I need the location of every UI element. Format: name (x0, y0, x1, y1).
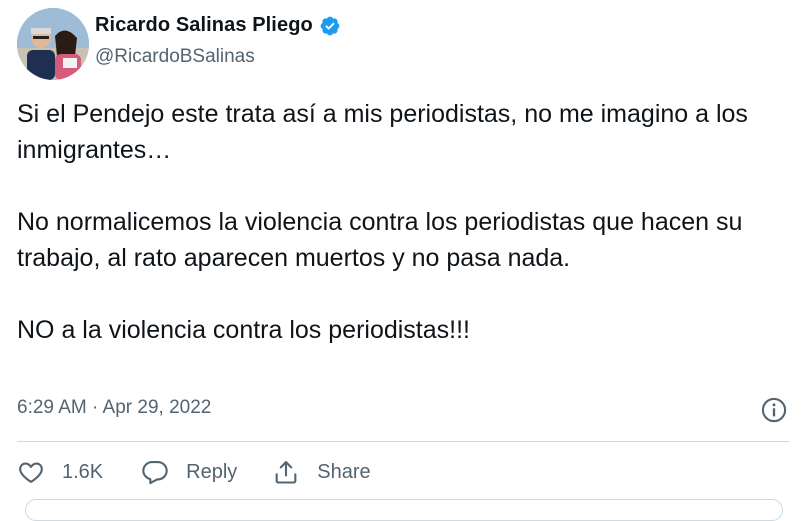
author-display-name[interactable]: Ricardo Salinas Pliego (95, 14, 313, 37)
share-label: Share (317, 460, 371, 483)
like-button[interactable]: 1.6K (17, 458, 103, 486)
author-name-row[interactable]: Ricardo Salinas Pliego (95, 14, 341, 37)
verified-badge-icon (319, 15, 341, 37)
tweet-paragraph: No normalicemos la violencia contra los … (17, 208, 743, 272)
reply-button[interactable]: Reply (141, 458, 237, 486)
tweet-timestamp[interactable]: 6:29 AM · Apr 29, 2022 (17, 397, 211, 419)
heart-icon (17, 458, 45, 486)
tweet-paragraph: NO a la violencia contra los periodistas… (17, 316, 470, 344)
share-button[interactable]: Share (272, 458, 371, 486)
divider (17, 441, 789, 442)
reply-box-edge (25, 499, 783, 521)
tweet-text: Si el Pendejo este trata así a mis perio… (17, 96, 787, 348)
tweet-paragraph: Si el Pendejo este trata así a mis perio… (17, 100, 748, 164)
speech-bubble-icon (141, 458, 169, 486)
like-count: 1.6K (62, 460, 104, 483)
reply-label: Reply (186, 460, 238, 483)
share-upload-icon (272, 458, 300, 486)
avatar[interactable] (17, 8, 89, 80)
author-handle[interactable]: @RicardoBSalinas (95, 46, 255, 68)
tweet-card: Ricardo Salinas Pliego @RicardoBSalinas … (0, 0, 806, 521)
info-icon[interactable] (760, 396, 788, 424)
action-bar: 1.6K Reply Share (17, 453, 371, 491)
